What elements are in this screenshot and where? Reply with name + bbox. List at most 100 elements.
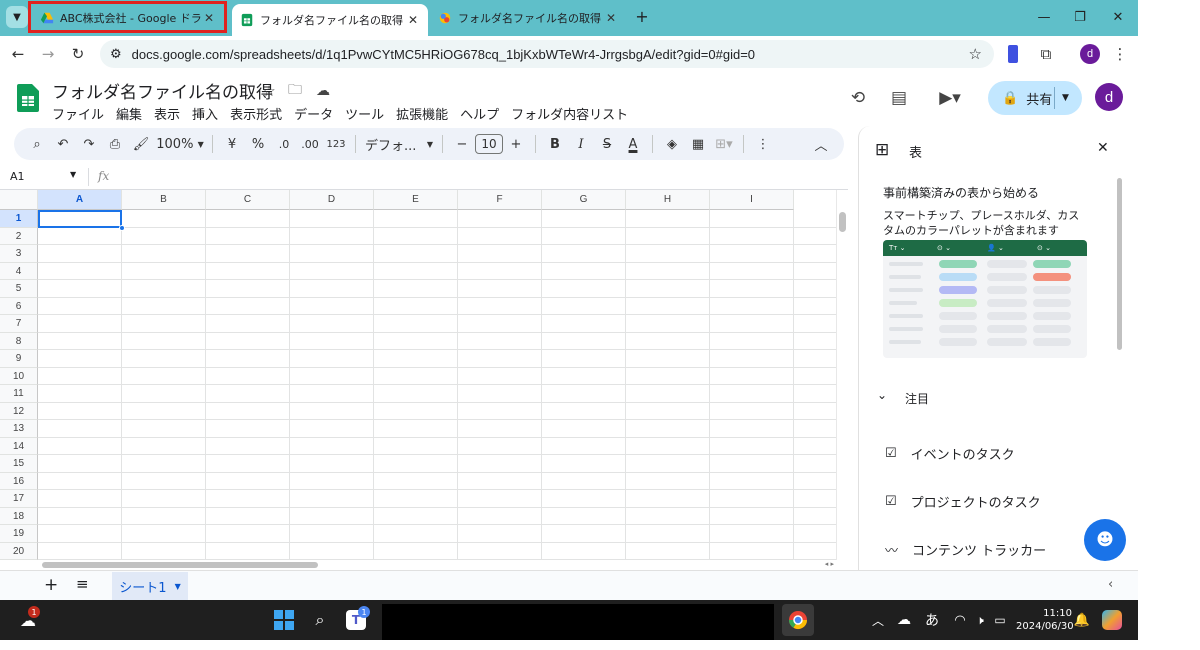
increase-decimal-button[interactable]: .00 bbox=[297, 131, 323, 157]
font-select[interactable]: デフォ... ▼ bbox=[362, 131, 436, 157]
restore-icon[interactable]: ❐ bbox=[1066, 6, 1094, 28]
undo-icon[interactable]: ↶ bbox=[50, 131, 76, 157]
decrease-decimal-button[interactable]: .0 bbox=[271, 131, 297, 157]
all-sheets-icon[interactable]: ≡ bbox=[76, 575, 89, 593]
template-project-tasks[interactable]: ☑ プロジェクトのタスク bbox=[885, 492, 1041, 511]
template-event-tasks[interactable]: ☑ イベントのタスク bbox=[885, 444, 1015, 463]
site-info-icon[interactable]: ⚙ bbox=[110, 47, 122, 62]
move-folder-icon[interactable]: 🗀 bbox=[282, 78, 308, 104]
name-box[interactable]: A1 bbox=[10, 170, 25, 183]
account-avatar[interactable]: d bbox=[1095, 83, 1123, 111]
row-header[interactable]: 16 bbox=[0, 472, 38, 490]
bold-button[interactable]: B bbox=[542, 131, 568, 157]
print-icon[interactable]: ⎙ bbox=[102, 131, 128, 157]
strikethrough-button[interactable]: S bbox=[594, 131, 620, 157]
star-icon[interactable]: ☆ bbox=[256, 78, 282, 104]
windows-start-icon[interactable] bbox=[270, 606, 298, 634]
share-dropdown-icon[interactable]: ▼ bbox=[1062, 93, 1069, 103]
copilot-icon[interactable] bbox=[1098, 606, 1126, 634]
column-header[interactable]: I bbox=[710, 190, 794, 210]
collapse-side-panel-icon[interactable]: ‹ bbox=[1108, 577, 1113, 592]
chevron-down-icon[interactable]: ⌄ bbox=[877, 388, 887, 402]
column-header[interactable]: E bbox=[374, 190, 458, 210]
row-header[interactable]: 9 bbox=[0, 350, 38, 368]
menu-folder-list[interactable]: フォルダ内容リスト bbox=[511, 104, 628, 123]
menu-format[interactable]: 表示形式 bbox=[230, 104, 282, 123]
menu-help[interactable]: ヘルプ bbox=[460, 104, 499, 123]
cloud-status-icon[interactable]: ☁ bbox=[310, 78, 336, 104]
browser-profile-avatar[interactable]: d bbox=[1080, 44, 1100, 64]
row-header[interactable]: 11 bbox=[0, 385, 38, 403]
back-icon[interactable]: ← bbox=[6, 42, 30, 66]
row-header[interactable]: 17 bbox=[0, 490, 38, 508]
percent-format-button[interactable]: % bbox=[245, 131, 271, 157]
column-header[interactable]: H bbox=[626, 190, 710, 210]
formula-input[interactable] bbox=[120, 166, 840, 188]
document-title[interactable]: フォルダ名ファイル名の取得 bbox=[52, 78, 273, 103]
row-header[interactable]: 14 bbox=[0, 437, 38, 455]
menu-edit[interactable]: 編集 bbox=[116, 104, 142, 123]
row-header[interactable]: 6 bbox=[0, 297, 38, 315]
tab-sheets-active[interactable]: フォルダ名ファイル名の取得 - Goog ✕ bbox=[232, 4, 428, 36]
font-size-increase-button[interactable]: + bbox=[503, 131, 529, 157]
row-header[interactable]: 10 bbox=[0, 367, 38, 385]
column-header[interactable]: B bbox=[122, 190, 206, 210]
row-header[interactable]: 7 bbox=[0, 315, 38, 333]
vertical-scrollbar[interactable] bbox=[836, 190, 848, 560]
clock[interactable]: 11:10 2024/06/30 bbox=[1016, 607, 1074, 633]
name-box-dropdown-icon[interactable]: ▼ bbox=[70, 170, 76, 179]
extension-icon[interactable] bbox=[1008, 45, 1018, 63]
sheets-logo-icon[interactable] bbox=[17, 84, 39, 112]
selected-cell-a1[interactable] bbox=[38, 210, 122, 228]
row-header[interactable]: 18 bbox=[0, 507, 38, 525]
menu-insert[interactable]: 挿入 bbox=[192, 104, 218, 123]
font-size-input[interactable]: 10 bbox=[475, 134, 503, 154]
menu-data[interactable]: データ bbox=[294, 104, 333, 123]
battery-icon[interactable]: ▭ bbox=[986, 606, 1014, 634]
row-header[interactable]: 8 bbox=[0, 332, 38, 350]
zoom-select[interactable]: 100% ▼ bbox=[154, 131, 206, 157]
address-bar[interactable]: ⚙ docs.google.com/spreadsheets/d/1q1PvwC… bbox=[100, 40, 994, 68]
redo-icon[interactable]: ↷ bbox=[76, 131, 102, 157]
font-size-decrease-button[interactable]: − bbox=[449, 131, 475, 157]
scroll-thumb[interactable] bbox=[839, 212, 846, 232]
menu-tools[interactable]: ツール bbox=[345, 104, 384, 123]
sheet-tab-1[interactable]: シート1 ▼ bbox=[112, 572, 188, 600]
h-scroll-thumb[interactable] bbox=[42, 562, 318, 568]
search-menus-icon[interactable]: ⌕ bbox=[24, 131, 50, 157]
row-header[interactable]: 3 bbox=[0, 245, 38, 263]
spreadsheet-grid[interactable]: ABCDEFGHI 1 2 3 4 5 6 7 8 9 10 11 12 13 14 15 16 17 18 19 2… bbox=[0, 190, 836, 560]
close-window-icon[interactable]: ✕ bbox=[1104, 6, 1132, 28]
row-header[interactable]: 12 bbox=[0, 402, 38, 420]
collapse-toolbar-icon[interactable]: ︿ bbox=[808, 131, 834, 157]
template-content-tracker[interactable]: 〰 コンテンツ トラッカー bbox=[885, 540, 1046, 559]
column-header[interactable]: F bbox=[458, 190, 542, 210]
merge-cells-icon[interactable]: ⊞▾ bbox=[711, 131, 737, 157]
more-options-icon[interactable]: ⋮ bbox=[750, 131, 776, 157]
forward-icon[interactable]: → bbox=[36, 42, 60, 66]
panel-scroll-thumb[interactable] bbox=[1117, 178, 1122, 350]
meet-icon[interactable]: ▶▾ bbox=[932, 85, 968, 111]
menu-file[interactable]: ファイル bbox=[52, 104, 104, 123]
bookmark-star-icon[interactable]: ☆ bbox=[969, 45, 982, 63]
notification-bell-icon[interactable]: 🔔 bbox=[1068, 606, 1096, 634]
horizontal-scrollbar[interactable]: ◂ ▸ bbox=[38, 560, 836, 570]
table-template-preview[interactable]: Tт ⌄ ⊙ ⌄ 👤 ⌄ ⊙ ⌄ bbox=[883, 240, 1087, 358]
close-panel-icon[interactable]: ✕ bbox=[1097, 140, 1109, 156]
column-header[interactable]: G bbox=[542, 190, 626, 210]
italic-button[interactable]: I bbox=[568, 131, 594, 157]
version-history-icon[interactable]: ⟲ bbox=[845, 85, 871, 111]
row-header[interactable]: 2 bbox=[0, 227, 38, 245]
add-sheet-icon[interactable]: + bbox=[44, 575, 58, 595]
paint-format-icon[interactable]: 🖌 bbox=[128, 131, 154, 157]
column-header[interactable]: C bbox=[206, 190, 290, 210]
sheet-tab-dropdown-icon[interactable]: ▼ bbox=[175, 582, 181, 591]
text-color-button[interactable]: A bbox=[620, 131, 646, 157]
chat-assistant-button[interactable]: ☻ bbox=[1084, 519, 1126, 561]
onedrive-icon[interactable]: ☁ bbox=[890, 606, 918, 634]
search-icon[interactable]: ⌕ bbox=[306, 606, 334, 634]
row-header[interactable]: 1 bbox=[0, 210, 38, 228]
minimize-icon[interactable]: — bbox=[1030, 6, 1058, 28]
tab-project[interactable]: フォルダ名ファイル名の取得 - プロジ ✕ bbox=[430, 4, 626, 32]
close-icon[interactable]: ✕ bbox=[604, 11, 618, 25]
